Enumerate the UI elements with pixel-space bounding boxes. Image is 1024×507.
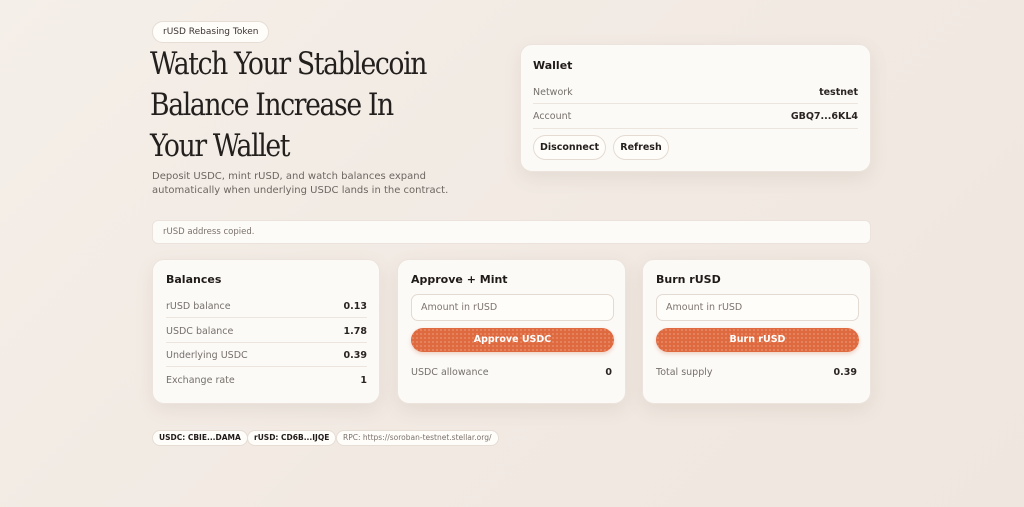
mint-amount-input[interactable] (411, 294, 614, 321)
balance-divider (166, 342, 367, 343)
account-label: Account (533, 111, 572, 122)
burn-title: Burn rUSD (656, 273, 721, 286)
mint-card: Approve + Mint Approve USDC USDC allowan… (397, 259, 626, 404)
balance-row-label: Exchange rate (166, 375, 235, 386)
burn-card: Burn rUSD Burn rUSD Total supply 0.39 (642, 259, 871, 404)
usdc-contract-badge[interactable]: USDC: CBIE...DAMA (152, 430, 248, 446)
rusd-contract-badge[interactable]: rUSD: CD6B...IJQE (247, 430, 337, 446)
account-value: GBQ7...6KL4 (790, 111, 858, 122)
total-supply-value: 0.39 (833, 367, 857, 378)
approve-usdc-button[interactable]: Approve USDC (411, 328, 614, 352)
balance-row-label: USDC balance (166, 326, 234, 337)
page-title: Watch Your Stablecoin Balance Increase I… (150, 46, 427, 164)
network-label: Network (533, 87, 573, 98)
balance-row-value: 0.39 (343, 350, 367, 361)
balance-divider (166, 317, 367, 318)
network-value: testnet (819, 87, 858, 98)
balance-divider (166, 366, 367, 367)
wallet-divider (533, 103, 858, 104)
balance-row-value: 0.13 (343, 301, 367, 312)
token-badge: rUSD Rebasing Token (152, 21, 270, 43)
refresh-button[interactable]: Refresh (613, 135, 669, 160)
rpc-badge: RPC: https://soroban-testnet.stellar.org… (336, 430, 499, 446)
wallet-card: Wallet Network testnet Account GBQ7...6K… (520, 44, 871, 172)
page-subtitle: Deposit USDC, mint rUSD, and watch balan… (152, 171, 449, 196)
burn-rusd-button[interactable]: Burn rUSD (656, 328, 859, 352)
balance-row-value: 1 (360, 375, 367, 386)
allowance-value: 0 (605, 367, 612, 378)
balances-title: Balances (166, 273, 222, 286)
status-message: rUSD address copied. (152, 220, 871, 244)
disconnect-button[interactable]: Disconnect (533, 135, 606, 160)
balance-row-label: Underlying USDC (166, 350, 248, 361)
balances-card: Balances rUSD balance 0.13 USDC balance … (152, 259, 380, 404)
wallet-title: Wallet (533, 59, 573, 72)
burn-amount-input[interactable] (656, 294, 859, 321)
balance-row-label: rUSD balance (166, 301, 231, 312)
total-supply-label: Total supply (656, 367, 713, 378)
balance-row-value: 1.78 (343, 326, 367, 337)
wallet-divider (533, 128, 858, 129)
allowance-label: USDC allowance (411, 367, 489, 378)
mint-title: Approve + Mint (411, 273, 508, 286)
